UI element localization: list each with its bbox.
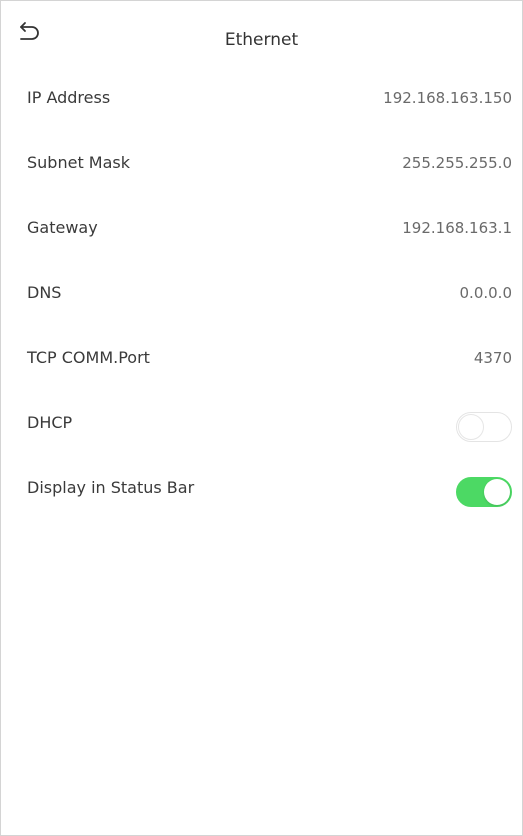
dns-value: 0.0.0.0 bbox=[459, 284, 512, 302]
subnet-mask-label: Subnet Mask bbox=[27, 153, 131, 172]
subnet-mask-row[interactable]: Subnet Mask 255.255.255.0 bbox=[1, 130, 522, 195]
ethernet-settings-screen: Ethernet IP Address 192.168.163.150 Subn… bbox=[0, 0, 523, 836]
ip-address-label: IP Address bbox=[27, 88, 111, 107]
page-title: Ethernet bbox=[224, 30, 299, 50]
settings-list: IP Address 192.168.163.150 Subnet Mask 2… bbox=[1, 65, 522, 520]
tcp-comm-port-value: 4370 bbox=[473, 349, 512, 367]
dhcp-toggle[interactable] bbox=[456, 412, 512, 442]
dhcp-toggle-knob bbox=[458, 414, 484, 440]
tcp-comm-port-label: TCP COMM.Port bbox=[27, 348, 150, 367]
gateway-label: Gateway bbox=[27, 218, 98, 237]
dhcp-row: DHCP bbox=[1, 390, 522, 455]
ip-address-row[interactable]: IP Address 192.168.163.150 bbox=[1, 65, 522, 130]
ip-address-value: 192.168.163.150 bbox=[383, 89, 512, 107]
dhcp-label: DHCP bbox=[27, 413, 73, 432]
tcp-comm-port-row[interactable]: TCP COMM.Port 4370 bbox=[1, 325, 522, 390]
dns-label: DNS bbox=[27, 283, 62, 302]
gateway-row[interactable]: Gateway 192.168.163.1 bbox=[1, 195, 522, 260]
subnet-mask-value: 255.255.255.0 bbox=[402, 154, 512, 172]
display-in-status-bar-label: Display in Status Bar bbox=[27, 478, 195, 497]
header-bar: Ethernet bbox=[1, 1, 522, 57]
display-in-status-bar-toggle-knob bbox=[484, 479, 510, 505]
display-in-status-bar-toggle[interactable] bbox=[456, 477, 512, 507]
display-in-status-bar-row: Display in Status Bar bbox=[1, 455, 522, 520]
dns-row[interactable]: DNS 0.0.0.0 bbox=[1, 260, 522, 325]
gateway-value: 192.168.163.1 bbox=[402, 219, 512, 237]
